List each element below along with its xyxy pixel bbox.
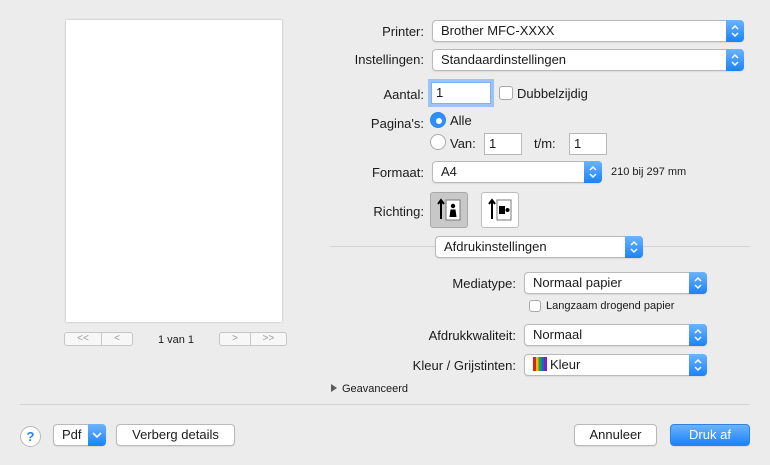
last-page-button[interactable]: >> <box>250 332 287 346</box>
cancel-button[interactable]: Annuleer <box>574 424 657 446</box>
updown-arrows-icon <box>689 324 707 346</box>
paper-dimensions: 210 bij 297 mm <box>611 166 687 178</box>
quality-label: Afdrukkwaliteit: <box>428 328 516 343</box>
pages-from-label: Van: <box>450 136 476 151</box>
printer-value: Brother MFC-XXXX <box>441 23 555 38</box>
updown-arrows-icon <box>625 236 643 258</box>
printer-popup[interactable]: Brother MFC-XXXX <box>432 20 744 42</box>
pages-all-label: Alle <box>450 113 472 128</box>
updown-arrows-icon <box>689 354 707 376</box>
media-type-popup[interactable]: Normaal papier <box>524 272 707 294</box>
color-popup[interactable]: Kleur <box>524 354 707 376</box>
pages-from-field[interactable]: 1 <box>484 133 522 155</box>
presets-popup[interactable]: Standaardinstellingen <box>432 49 744 71</box>
pages-to-field[interactable]: 1 <box>569 133 607 155</box>
advanced-disclosure[interactable]: Geavanceerd <box>331 383 408 395</box>
section-popup[interactable]: Afdrukinstellingen <box>435 236 643 258</box>
copies-label: Aantal: <box>383 87 424 102</box>
next-page-button[interactable]: > <box>219 332 251 346</box>
print-button[interactable]: Druk af <box>670 424 750 446</box>
paper-size-popup[interactable]: A4 <box>432 161 602 183</box>
paper-size-label: Formaat: <box>371 165 424 180</box>
color-swatch-icon <box>533 357 547 371</box>
pdf-menu-button[interactable]: Pdf <box>53 424 106 446</box>
page-indicator: 1 van 1 <box>157 334 195 346</box>
disclosure-triangle-icon <box>331 384 337 392</box>
updown-arrows-icon <box>726 20 744 42</box>
printer-label: Printer: <box>382 24 424 39</box>
pdf-label: Pdf <box>62 427 82 442</box>
color-value: Kleur <box>550 357 581 372</box>
slow-dry-checkbox[interactable] <box>529 300 541 312</box>
previous-page-button[interactable]: < <box>101 332 133 346</box>
help-icon: ? <box>26 429 35 444</box>
updown-arrows-icon <box>726 49 744 71</box>
first-page-button[interactable]: << <box>64 332 102 346</box>
quality-popup[interactable]: Normaal <box>524 324 707 346</box>
advanced-label: Geavanceerd <box>342 383 409 395</box>
portrait-orientation-button[interactable] <box>430 192 468 228</box>
bottom-divider <box>20 404 750 405</box>
presets-label: Instellingen: <box>354 52 424 67</box>
duplex-label: Dubbelzijdig <box>517 86 588 101</box>
updown-arrows-icon <box>584 161 602 183</box>
landscape-orientation-button[interactable] <box>481 192 519 228</box>
updown-arrows-icon <box>689 272 707 294</box>
color-label: Kleur / Grijstinten: <box>412 358 516 373</box>
media-type-label: Mediatype: <box>452 276 516 291</box>
media-type-value: Normaal papier <box>533 275 622 290</box>
portrait-icon <box>437 198 461 221</box>
pages-to-label: t/m: <box>534 136 556 151</box>
landscape-icon <box>488 198 512 221</box>
copies-field[interactable]: 1 <box>431 82 491 104</box>
pages-range-radio[interactable] <box>430 134 446 150</box>
pages-label: Pagina's: <box>370 116 424 131</box>
section-value: Afdrukinstellingen <box>444 239 547 254</box>
chevron-down-icon <box>88 424 106 446</box>
slow-dry-label: Langzaam drogend papier <box>546 300 675 312</box>
pages-all-radio[interactable] <box>430 112 446 128</box>
presets-value: Standaardinstellingen <box>441 52 567 67</box>
paper-size-value: A4 <box>441 164 457 179</box>
duplex-checkbox[interactable] <box>499 86 513 100</box>
print-preview-page <box>66 20 282 322</box>
hide-details-button[interactable]: Verberg details <box>116 424 235 446</box>
orientation-label: Richting: <box>373 204 424 219</box>
quality-value: Normaal <box>533 327 583 342</box>
help-button[interactable]: ? <box>20 426 41 447</box>
